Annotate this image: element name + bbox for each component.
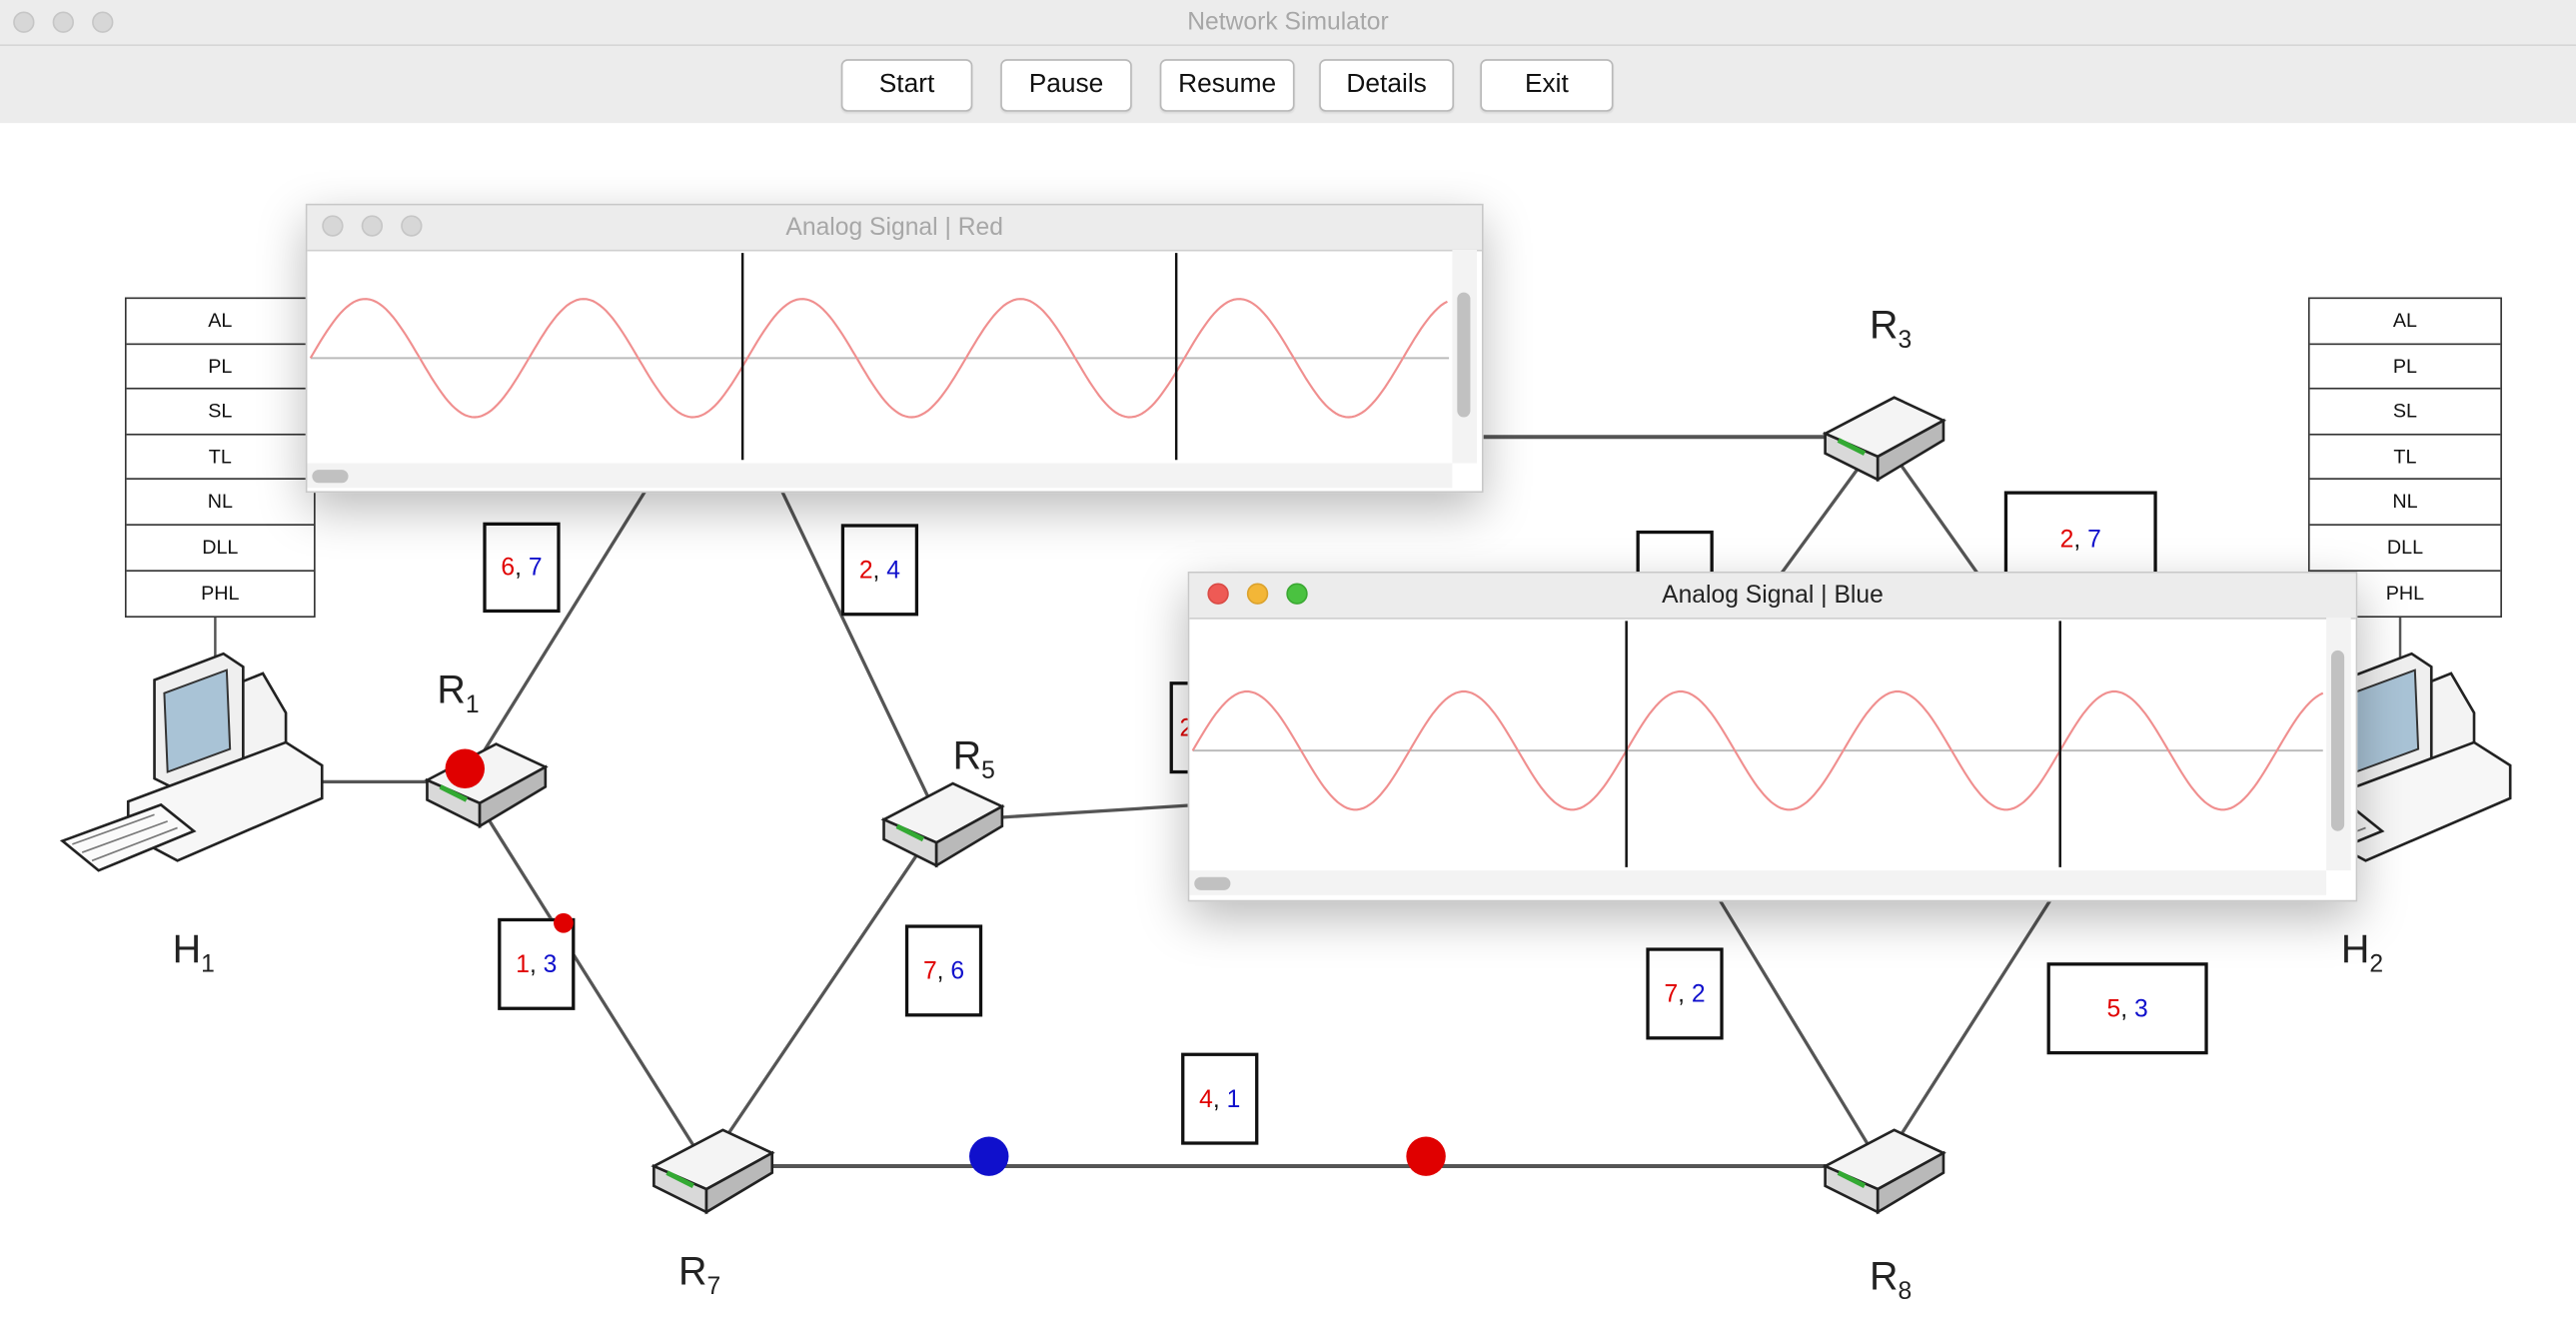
toolbar: Start Pause Resume Details Exit <box>0 46 2576 124</box>
layer-dll: DLL <box>2309 526 2501 572</box>
blue-signal-plot <box>1189 618 2351 895</box>
red-signal-dot <box>445 748 486 788</box>
analog-signal-red-window: Analog Signal | Red <box>305 203 1484 494</box>
layer-tl: TL <box>2309 435 2501 481</box>
packet-box: 5, 3 <box>2046 962 2208 1055</box>
layer-phl: PHL <box>201 581 240 605</box>
protocol-stack-h1: AL PL SL TL NL DLL PHL <box>124 297 316 619</box>
layer-sl: SL <box>2309 390 2501 436</box>
layer-al: AL <box>2309 299 2501 345</box>
host-h2-label: H2 <box>2340 927 2384 979</box>
packet-box: 7, 6 <box>904 924 983 1017</box>
signal-window-titlebar: Analog Signal | Blue <box>1189 573 2356 620</box>
router-r5-icon[interactable] <box>884 783 1002 865</box>
router-r1-icon[interactable] <box>427 744 545 826</box>
window-titlebar: Network Simulator <box>0 0 2576 47</box>
packet-box: 7, 2 <box>1646 947 1724 1040</box>
packet-box: 4, 1 <box>1181 1052 1259 1145</box>
exit-button[interactable]: Exit <box>1480 59 1614 112</box>
horizontal-scrollbar-thumb <box>312 470 349 484</box>
details-button[interactable]: Details <box>1319 59 1455 112</box>
layer-nl: NL <box>126 481 315 526</box>
router-r7-icon[interactable] <box>653 1130 771 1212</box>
start-button[interactable]: Start <box>840 59 973 112</box>
layer-sl: SL <box>126 390 315 436</box>
host-h1-computer-icon[interactable] <box>61 652 324 872</box>
layer-al: AL <box>126 299 315 345</box>
window-title: Network Simulator <box>1187 8 1389 37</box>
resume-button[interactable]: Resume <box>1159 59 1295 112</box>
layer-pl: PL <box>126 345 315 390</box>
network-simulator-window: Network Simulator Start Pause Resume Det… <box>0 0 2576 1337</box>
layer-nl: NL <box>2309 481 2501 526</box>
signal-window-title: Analog Signal | Blue <box>1662 581 1884 610</box>
packet-box: 2, 4 <box>840 524 919 617</box>
packet-box: 6, 7 <box>483 522 561 614</box>
host-h1-label: H1 <box>172 927 215 979</box>
vertical-scrollbar-thumb <box>2330 650 2345 831</box>
layer-tl: TL <box>126 435 315 481</box>
router-r3-label: R3 <box>1869 304 1913 355</box>
router-r8-label: R8 <box>1869 1254 1913 1306</box>
analog-signal-blue-window: Analog Signal | Blue <box>1187 572 2358 902</box>
router-r5-label: R5 <box>952 733 995 785</box>
horizontal-scrollbar-thumb <box>1194 876 1231 890</box>
red-signal-plot <box>307 249 1478 489</box>
signal-window-titlebar: Analog Signal | Red <box>307 205 1482 252</box>
pause-button[interactable]: Pause <box>1000 59 1132 112</box>
red-signal-dot <box>1406 1136 1446 1176</box>
protocol-stack-h2: AL PL SL TL NL DLL PHL <box>2307 297 2502 619</box>
router-r8-icon[interactable] <box>1826 1130 1943 1212</box>
router-r1-label: R1 <box>437 668 480 719</box>
router-r7-label: R7 <box>678 1249 721 1301</box>
layer-pl: PL <box>2309 345 2501 390</box>
layer-dll: DLL <box>126 526 315 572</box>
vertical-scrollbar-thumb <box>1457 292 1471 418</box>
red-signal-dot-small <box>554 912 574 933</box>
router-r3-icon[interactable] <box>1826 398 1943 480</box>
blue-signal-dot <box>969 1136 1009 1176</box>
signal-window-title: Analog Signal | Red <box>785 213 1003 242</box>
